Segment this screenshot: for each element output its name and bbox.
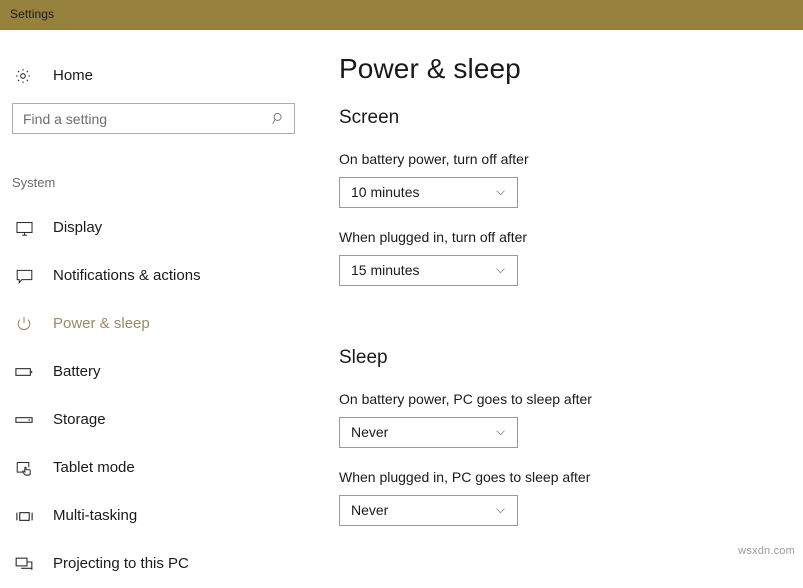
sidebar-item-label: Power & sleep [53,315,150,332]
chevron-down-icon [493,264,507,278]
dropdown-sleep-on-battery[interactable]: Never [339,417,518,448]
sidebar: Home System Display [0,30,318,572]
sidebar-nav-list: Display Notifications & actions Power & … [0,204,318,588]
sidebar-item-label: Multi-tasking [53,507,138,524]
field-sleep-on-battery: On battery power, PC goes to sleep after… [339,390,779,448]
chevron-down-icon [493,504,507,518]
search-input[interactable] [13,104,268,133]
search-box[interactable] [12,103,295,134]
speech-bubble-icon [12,264,36,288]
sidebar-item-label: Display [53,219,103,236]
tablet-hand-icon [12,456,36,480]
sidebar-item-tablet-mode[interactable]: Tablet mode [0,444,318,492]
sidebar-item-projecting-to-this-pc[interactable]: Projecting to this PC [0,540,318,588]
window-titlebar: Settings [0,0,803,30]
sidebar-item-home[interactable]: Home [0,57,318,95]
main-content: Power & sleep Screen On battery power, t… [318,30,803,563]
gear-icon [12,65,34,87]
sidebar-item-label: Battery [53,363,101,380]
field-screen-plugged-in: When plugged in, turn off after 15 minut… [339,228,779,286]
sidebar-item-multi-tasking[interactable]: Multi-tasking [0,492,318,540]
field-label: On battery power, turn off after [339,151,529,167]
sidebar-item-label: Storage [53,411,106,428]
sidebar-item-label: Tablet mode [53,459,135,476]
storage-drive-icon [12,408,36,432]
search-icon[interactable] [268,111,294,126]
dropdown-screen-plugged-in[interactable]: 15 minutes [339,255,518,286]
sidebar-item-display[interactable]: Display [0,204,318,252]
sidebar-item-label: Notifications & actions [53,267,201,284]
field-label: When plugged in, turn off after [339,229,528,245]
chevron-down-icon [493,186,507,200]
battery-icon [12,360,36,384]
dropdown-value: Never [351,502,389,518]
field-label: On battery power, PC goes to sleep after [339,391,592,407]
section-title: Screen [339,107,400,128]
dropdown-value: Never [351,424,389,440]
section-sleep: Sleep On battery power, PC goes to sleep… [339,346,779,526]
power-icon [12,312,36,336]
dropdown-value: 10 minutes [351,184,420,200]
multitask-icon [12,504,36,528]
monitor-icon [12,216,36,240]
section-screen: Screen On battery power, turn off after … [339,106,779,286]
dropdown-sleep-plugged-in[interactable]: Never [339,495,518,526]
dropdown-value: 15 minutes [351,262,420,278]
sidebar-item-battery[interactable]: Battery [0,348,318,396]
sidebar-home-label: Home [53,67,94,84]
chevron-down-icon [493,426,507,440]
sidebar-item-label: Projecting to this PC [53,555,189,572]
watermark: wsxdn.com [738,545,795,557]
field-sleep-plugged-in: When plugged in, PC goes to sleep after … [339,468,779,526]
sidebar-item-power-sleep[interactable]: Power & sleep [0,300,318,348]
sidebar-item-notifications-actions[interactable]: Notifications & actions [0,252,318,300]
page-title: Power & sleep [339,53,521,84]
sidebar-item-storage[interactable]: Storage [0,396,318,444]
dropdown-screen-on-battery[interactable]: 10 minutes [339,177,518,208]
section-title: Sleep [339,347,388,368]
field-screen-on-battery: On battery power, turn off after 10 minu… [339,150,779,208]
sidebar-group-label: System [12,175,56,190]
field-label: When plugged in, PC goes to sleep after [339,469,591,485]
project-screen-icon [12,552,36,576]
window-title: Settings [10,7,55,21]
